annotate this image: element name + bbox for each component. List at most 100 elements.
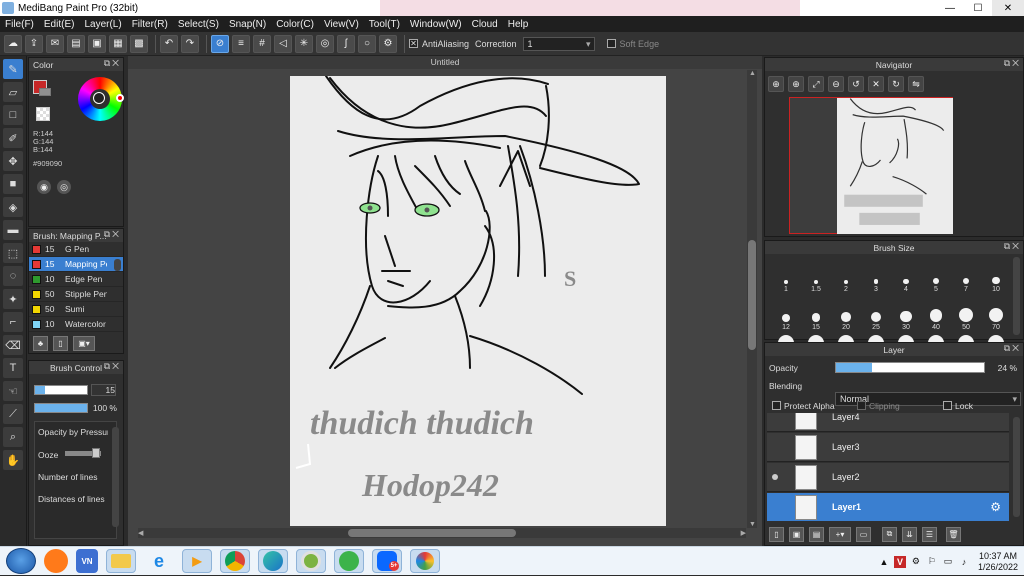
eyedropper-tool-icon[interactable]: ⌕ <box>3 427 23 447</box>
menu-color[interactable]: Color(C) <box>271 19 319 30</box>
comment-icon[interactable]: ✉ <box>46 34 64 53</box>
brush-size-preset[interactable]: 40 <box>921 293 951 331</box>
ooze-label[interactable]: Ooze <box>38 450 66 460</box>
new-8bit-layer-icon[interactable]: ▤ <box>809 526 824 542</box>
hand-tool-icon[interactable]: ✋ <box>3 450 23 470</box>
brush-item[interactable]: 50 Stipple Pen <box>29 287 123 302</box>
brush-size-preset[interactable]: 7 <box>951 255 981 293</box>
brush-size-preset[interactable]: 30 <box>891 293 921 331</box>
menu-file[interactable]: File(F) <box>0 19 39 30</box>
brush-control-scrollbar[interactable] <box>112 427 119 527</box>
layer-row-layer2[interactable]: Layer2 <box>767 463 1009 492</box>
zalo-icon[interactable]: 5+ <box>372 549 402 573</box>
zoom-in-icon[interactable]: ⊕ <box>788 76 804 92</box>
brush-item[interactable]: 50 Sumi <box>29 302 123 317</box>
layer-property-icon[interactable]: ☰ <box>922 526 937 542</box>
transparent-color-swatch[interactable] <box>36 107 50 121</box>
fit-window-icon[interactable]: ⤢ <box>808 76 824 92</box>
layer-row-layer4[interactable]: Layer4 <box>767 413 1009 432</box>
eraser-tool-icon[interactable]: ▱ <box>3 82 23 102</box>
browser-green-icon[interactable] <box>334 549 364 573</box>
close-button[interactable]: ✕ <box>992 0 1024 16</box>
brush-item[interactable]: 10 Watercolor <box>29 317 123 332</box>
brush-tool-icon[interactable]: ✎ <box>3 59 23 79</box>
new-halftone-layer-icon[interactable]: ▣ <box>789 526 804 542</box>
brush-opacity-slider[interactable] <box>34 403 88 413</box>
select-rect-tool-icon[interactable]: ⬚ <box>3 243 23 263</box>
brush-size-value[interactable]: 15 <box>91 384 116 396</box>
antialiasing-checkbox[interactable]: ✕ <box>409 39 418 48</box>
brush-item[interactable]: 10 Edge Pen <box>29 272 123 287</box>
snap-ellipse-icon[interactable]: ○ <box>358 34 376 53</box>
medibang-icon[interactable] <box>410 549 440 573</box>
menu-edit[interactable]: Edit(E) <box>39 19 80 30</box>
brush-size-preset[interactable]: 12 <box>771 293 801 331</box>
divide-tool-icon[interactable]: ⟋ <box>3 404 23 424</box>
snap-curve-icon[interactable]: ʃ <box>337 34 355 53</box>
firefox-icon[interactable] <box>44 549 68 573</box>
flip-icon[interactable]: ⇋ <box>908 76 924 92</box>
layer-list-scrollbar[interactable] <box>1013 417 1020 517</box>
clipping-checkbox[interactable] <box>857 401 866 410</box>
opacity-by-pressure-label[interactable]: Opacity by Pressure <box>38 427 108 437</box>
brush-list-scrollbar[interactable] <box>114 259 121 271</box>
rotate-right-icon[interactable]: ↻ <box>888 76 904 92</box>
media-player-icon[interactable]: ▶ <box>182 549 212 573</box>
show-hidden-icons-icon[interactable]: ▲ <box>878 556 890 568</box>
file-explorer-icon[interactable] <box>106 549 136 573</box>
select-eraser-tool-icon[interactable]: ⌫ <box>3 335 23 355</box>
canvas-vertical-scrollbar[interactable]: ▲ ▼ <box>747 70 757 528</box>
layer-row-layer1[interactable]: Layer1 ⚙ <box>767 493 1009 521</box>
coc-coc-icon[interactable] <box>296 549 326 573</box>
chrome-icon[interactable] <box>220 549 250 573</box>
brush-size-preset[interactable]: 2 <box>831 255 861 293</box>
soft-edge-checkbox[interactable] <box>606 39 616 48</box>
center-color-indicator[interactable] <box>93 92 105 104</box>
brush-add-icon[interactable]: ♣ <box>33 336 48 351</box>
brush-size-preset[interactable]: 4 <box>891 255 921 293</box>
panel-float-close-icon[interactable]: ⧉✕ <box>1004 58 1021 69</box>
menu-snap[interactable]: Snap(N) <box>224 19 271 30</box>
snap-settings-icon[interactable]: ⚙ <box>379 34 397 53</box>
maximize-button[interactable]: ☐ <box>964 0 992 16</box>
unikey-icon[interactable]: VN <box>76 549 98 573</box>
horizontal-scroll-thumb[interactable] <box>348 529 516 537</box>
vertical-scroll-thumb[interactable] <box>748 240 756 350</box>
operation-tool-icon[interactable]: ☜ <box>3 381 23 401</box>
menu-window[interactable]: Window(W) <box>405 19 467 30</box>
scroll-up-icon[interactable]: ▲ <box>749 70 756 77</box>
hue-picker-handle[interactable] <box>116 94 124 102</box>
layer-visibility-icon[interactable] <box>772 474 778 480</box>
merge-layer-icon[interactable]: ⇊ <box>902 526 917 542</box>
snap-circle-icon[interactable]: ◎ <box>316 34 334 53</box>
distances-of-lines-label[interactable]: Distances of lines <box>38 494 108 504</box>
bucket-tool-icon[interactable]: ◈ <box>3 197 23 217</box>
snap-vanishing-icon[interactable]: ◁ <box>274 34 292 53</box>
brush-size-preset[interactable]: 10 <box>981 255 1011 293</box>
scroll-right-icon[interactable]: ▶ <box>741 529 746 537</box>
brush-size-preset[interactable]: 15 <box>801 293 831 331</box>
volume-icon[interactable]: ♪ <box>958 556 970 568</box>
color-settings-icon[interactable]: ◎ <box>57 180 71 194</box>
lasso-tool-icon[interactable]: ◌ <box>3 266 23 286</box>
brush-size-preset[interactable]: 50 <box>951 293 981 331</box>
brush-size-preset[interactable]: 1 <box>771 255 801 293</box>
menu-filter[interactable]: Filter(R) <box>127 19 173 30</box>
add-layer-menu-icon[interactable]: +▾ <box>829 526 851 542</box>
panel-float-close-icon[interactable]: ⧉✕ <box>104 361 121 372</box>
layer-opacity-slider[interactable] <box>835 362 985 373</box>
brush-size-scrollbar[interactable] <box>1013 257 1020 335</box>
scroll-down-icon[interactable]: ▼ <box>749 521 756 528</box>
grid-icon[interactable]: ▩ <box>130 34 148 53</box>
tray-settings-icon[interactable]: ⚙ <box>910 556 922 568</box>
layer-row-layer3[interactable]: Layer3 <box>767 433 1009 462</box>
panel-float-close-icon[interactable]: ⧉✕ <box>1004 241 1021 252</box>
pages-icon[interactable]: ▦ <box>109 34 127 53</box>
rotate-reset-icon[interactable]: ✕ <box>868 76 884 92</box>
edge-icon[interactable] <box>258 549 288 573</box>
lock-checkbox[interactable] <box>943 401 952 410</box>
tray-app-icon[interactable]: V <box>893 555 906 568</box>
pen-tool-icon[interactable]: ✐ <box>3 128 23 148</box>
menu-layer[interactable]: Layer(L) <box>79 19 126 30</box>
new-layer-icon[interactable]: ▯ <box>769 526 784 542</box>
